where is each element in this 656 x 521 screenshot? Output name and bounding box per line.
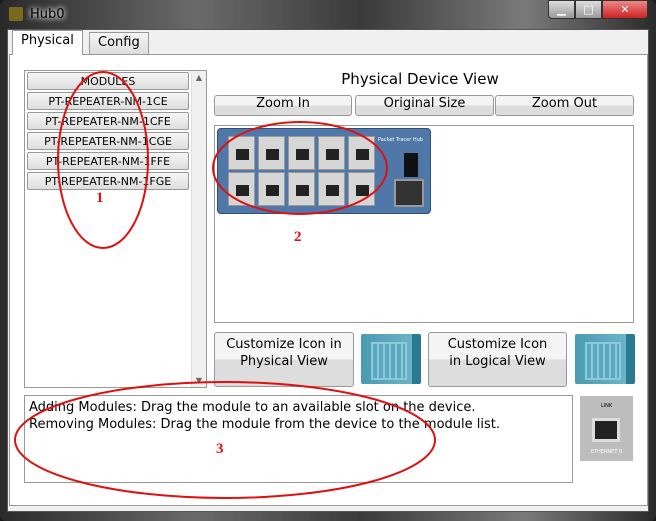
annotation-label-2: 2 <box>294 229 302 245</box>
annotation-ellipse-2 <box>212 121 388 215</box>
annotation-label-1: 1 <box>96 190 104 206</box>
annotation-label-3: 3 <box>216 441 224 457</box>
red-annotations: 1 2 3 <box>14 71 436 499</box>
tab-physical[interactable]: Physical <box>12 30 83 55</box>
annotation-ellipse-3 <box>14 381 436 499</box>
annotation-ellipse-1 <box>57 71 149 249</box>
